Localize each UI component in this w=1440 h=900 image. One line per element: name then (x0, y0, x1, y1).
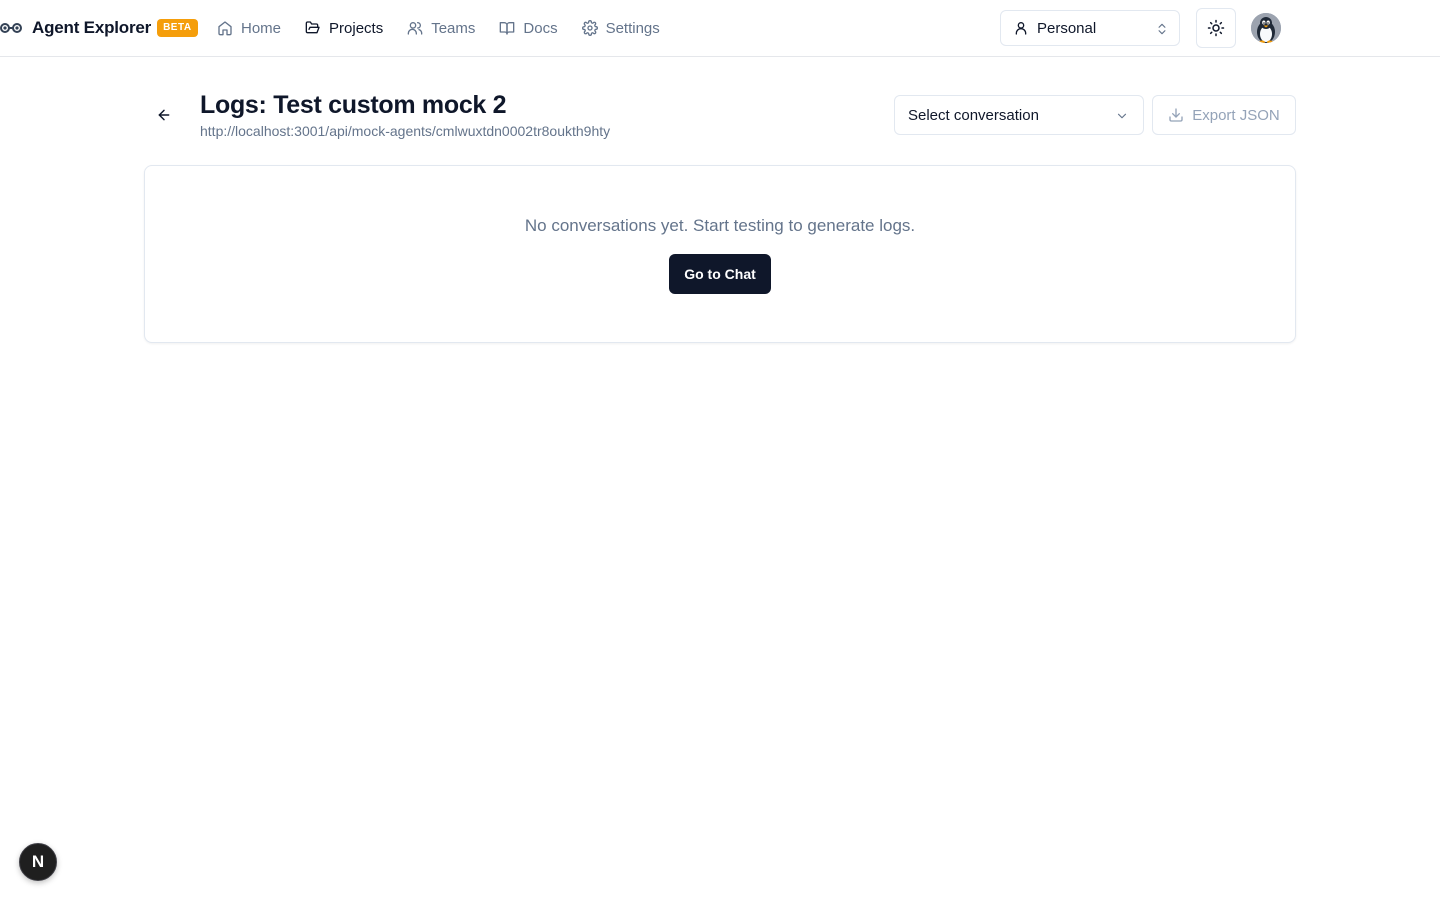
folder-open-icon (305, 21, 320, 34)
back-button[interactable] (150, 101, 178, 129)
nextjs-dev-badge[interactable]: N (19, 843, 57, 881)
penguin-avatar-icon (1251, 13, 1281, 43)
nav-item-teams[interactable]: Teams (407, 12, 487, 44)
theme-toggle-button[interactable] (1196, 8, 1236, 48)
nav-label-settings: Settings (605, 19, 660, 37)
export-json-button[interactable]: Export JSON (1152, 95, 1296, 135)
book-icon (500, 22, 515, 35)
go-to-chat-button[interactable]: Go to Chat (669, 254, 771, 294)
download-icon (1169, 108, 1183, 122)
nav-label-projects: Projects (329, 19, 384, 37)
export-json-label: Export JSON (1192, 106, 1280, 124)
brand-name: Agent Explorer (32, 18, 152, 37)
nav-item-home[interactable]: Home (217, 12, 293, 44)
nav-item-docs[interactable]: Docs (499, 12, 569, 44)
conversation-select[interactable]: Select conversation (894, 95, 1144, 135)
empty-state-message: No conversations yet. Start testing to g… (524, 216, 916, 235)
nav-label-docs: Docs (523, 19, 558, 37)
home-icon (218, 21, 232, 36)
nav-item-projects[interactable]: Projects (305, 12, 395, 44)
sun-icon (1207, 19, 1225, 37)
arrow-left-icon (158, 109, 170, 121)
workspace-switcher[interactable]: Personal (1000, 10, 1180, 46)
page-title: Logs: Test custom mock 2 (200, 91, 507, 119)
logs-card: No conversations yet. Start testing to g… (144, 165, 1296, 343)
workspace-label: Personal (1037, 19, 1097, 37)
conversation-select-label: Select conversation (908, 106, 1039, 124)
users-icon (407, 22, 423, 35)
brand[interactable]: Agent Explorer BETA (0, 0, 198, 56)
chevrons-up-down-icon (1158, 23, 1166, 35)
user-icon (1015, 22, 1027, 35)
beta-badge: BETA (157, 19, 198, 37)
main-nav: Home Projects Teams Docs Settings (217, 0, 684, 56)
nav-label-home: Home (241, 19, 282, 37)
nav-label-teams: Teams (431, 19, 476, 37)
top-navigation-bar: Agent Explorer BETA Home Projects Teams … (0, 0, 1440, 57)
agent-endpoint-url: http://localhost:3001/api/mock-agents/cm… (200, 123, 611, 139)
gear-icon (581, 20, 598, 36)
goggles-logo-icon (0, 18, 26, 38)
chevron-down-icon (1117, 113, 1127, 119)
nav-item-settings[interactable]: Settings (581, 12, 672, 44)
avatar[interactable] (1251, 13, 1281, 43)
